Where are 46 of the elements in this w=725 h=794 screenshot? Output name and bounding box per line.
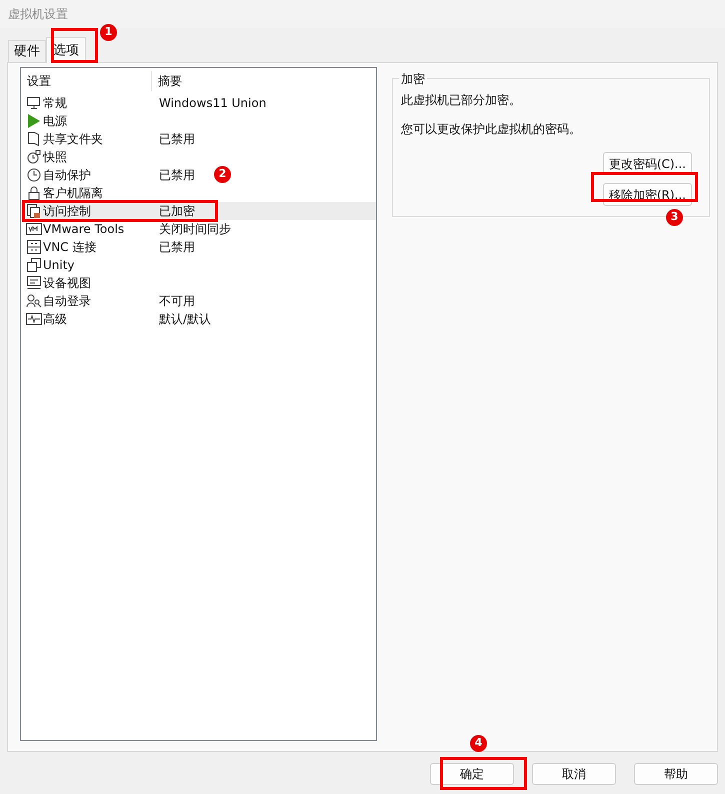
column-header[interactable]: 设置 [21,71,152,91]
clock-icon [28,168,40,182]
setting-name: Unity [43,257,75,274]
info-text: 您可以更改保护此虚拟机的密码。 [401,121,582,138]
setting-summary: Windows11 Union [158,95,266,112]
tab[interactable]: 硬件 [8,40,46,62]
setting-name: 快照 [43,149,67,166]
setting-name: 常规 [43,95,67,112]
setting-summary: 关闭时间同步 [158,221,231,238]
monitor-icon [27,97,40,109]
waveform-icon [26,313,42,325]
setting-summary: 已禁用 [158,239,195,256]
play-icon [28,114,40,128]
column-header[interactable]: 摘要 [152,71,182,91]
setting-name: 设备视图 [43,275,91,292]
snapshot-icon [28,150,40,164]
setting-summary: 不可用 [158,293,195,310]
locked-pages-icon [27,204,40,218]
setting-summary: 已禁用 [158,167,195,184]
dialog-button[interactable]: 取消 [532,763,616,785]
dialog-button[interactable]: 确定 [430,763,514,785]
setting-name: VMware Tools [43,221,124,238]
info-text: 此虚拟机已部分加密。 [401,92,522,109]
setting-name: 高级 [43,311,67,328]
network-icon [27,240,41,254]
setting-name: 共享文件夹 [43,131,103,148]
setting-name: 客户机隔离 [43,185,103,202]
folder-icon [28,132,39,146]
setting-summary: 默认/默认 [158,311,212,328]
setting-summary: 已加密 [158,203,195,220]
windows-icon [27,258,41,272]
device-view-icon [27,276,41,289]
highlight-frame [51,28,98,63]
lock-icon [28,186,40,200]
user-key-icon [26,294,42,308]
list-row[interactable]: 访问控制 已加密 [21,202,376,220]
setting-name: 电源 [43,113,67,130]
window-title: 虚拟机设置 [8,6,68,23]
setting-name: 访问控制 [43,203,91,220]
setting-name: 自动保护 [43,167,91,184]
vm-icon [26,223,42,235]
setting-name: 自动登录 [43,293,91,310]
setting-name: VNC 连接 [43,239,96,256]
dialog-button[interactable]: 帮助 [634,763,718,785]
step-number: 1 [100,24,117,41]
setting-summary: 已禁用 [158,131,195,148]
